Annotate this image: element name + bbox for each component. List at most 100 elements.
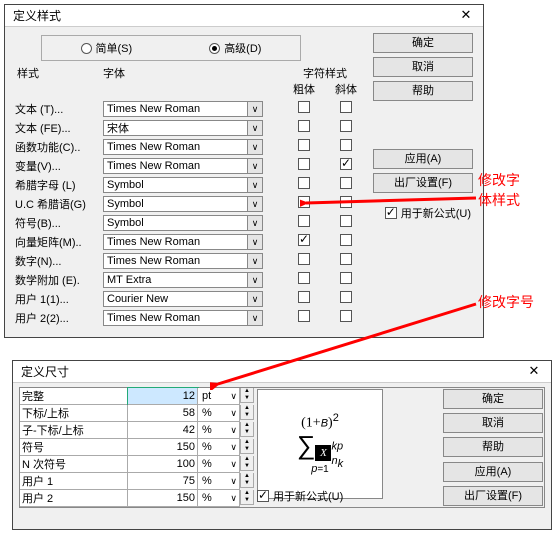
- stepper[interactable]: ▲▼: [240, 422, 254, 437]
- combo-value: Symbol: [107, 179, 144, 191]
- chevron-down-icon: ∨: [230, 459, 237, 470]
- italic-checkbox[interactable]: [340, 196, 352, 208]
- font-combo[interactable]: Courier New∨: [103, 291, 263, 307]
- help-button[interactable]: 帮助: [373, 81, 473, 101]
- apply-button[interactable]: 应用(A): [443, 462, 543, 482]
- size-unit-combo[interactable]: %∨: [198, 490, 240, 507]
- font-combo[interactable]: Symbol∨: [103, 177, 263, 193]
- use-for-new-checkbox[interactable]: 用于新公式(U): [385, 205, 471, 221]
- step-up-icon: ▲: [244, 456, 250, 463]
- style-label: 文本 (T)...: [13, 101, 103, 117]
- italic-checkbox[interactable]: [340, 177, 352, 189]
- font-combo[interactable]: Times New Roman∨: [103, 101, 263, 117]
- cancel-button[interactable]: 取消: [443, 413, 543, 433]
- combo-value: Times New Roman: [107, 141, 200, 153]
- bold-checkbox[interactable]: [298, 158, 310, 170]
- stepper[interactable]: ▲▼: [240, 388, 254, 403]
- font-combo[interactable]: MT Extra ∨: [103, 272, 263, 288]
- use-for-new-checkbox[interactable]: 用于新公式(U): [257, 488, 343, 504]
- italic-checkbox[interactable]: [340, 291, 352, 303]
- size-value-input[interactable]: 100: [128, 456, 198, 473]
- style-label: 用户 2(2)...: [13, 310, 103, 326]
- size-unit-combo[interactable]: %∨: [198, 456, 240, 473]
- font-combo[interactable]: Times New Roman ∨: [103, 139, 263, 155]
- cancel-button[interactable]: 取消: [373, 57, 473, 77]
- css-header: 字符样式: [283, 65, 367, 81]
- size-unit-combo[interactable]: %∨: [198, 473, 240, 490]
- bold-checkbox[interactable]: [298, 101, 310, 113]
- font-combo[interactable]: Symbol∨: [103, 196, 263, 212]
- ok-button[interactable]: 确定: [373, 33, 473, 53]
- stepper[interactable]: ▲▼: [240, 473, 254, 488]
- bold-checkbox[interactable]: [298, 177, 310, 189]
- stepper[interactable]: ▲▼: [240, 405, 254, 420]
- size-label: 完整: [20, 388, 128, 405]
- stepper[interactable]: ▲▼: [240, 490, 254, 505]
- define-size-dialog: 定义尺寸 ✕ 完整12pt∨▲▼下标/上标58%∨▲▼子-下标/上标42%∨▲▼…: [12, 360, 552, 530]
- font-combo[interactable]: Times New Roman∨: [103, 253, 263, 269]
- bold-checkbox[interactable]: [298, 120, 310, 132]
- simple-radio[interactable]: 简单(S): [81, 40, 133, 56]
- size-unit-combo[interactable]: %∨: [198, 422, 240, 439]
- factory-button[interactable]: 出厂设置(F): [443, 486, 543, 506]
- checkbox-label: 用于新公式(U): [273, 488, 343, 504]
- size-value-input[interactable]: 150: [128, 490, 198, 507]
- stepper[interactable]: ▲▼: [240, 456, 254, 471]
- chevron-down-icon: ∨: [230, 391, 237, 402]
- size-value-input[interactable]: 75: [128, 473, 198, 490]
- dialog-title: 定义样式: [13, 7, 61, 24]
- size-value-input[interactable]: 42: [128, 422, 198, 439]
- combo-value: Times New Roman: [107, 312, 200, 324]
- close-icon[interactable]: ✕: [453, 7, 479, 25]
- bold-checkbox[interactable]: [298, 272, 310, 284]
- unit-text: pt: [202, 390, 211, 402]
- chevron-down-icon: ∨: [247, 140, 262, 154]
- font-combo[interactable]: Times New Roman∨: [103, 234, 263, 250]
- advanced-radio[interactable]: 高级(D): [209, 40, 261, 56]
- font-combo[interactable]: Symbol∨: [103, 215, 263, 231]
- italic-checkbox[interactable]: [340, 272, 352, 284]
- size-unit-combo[interactable]: %∨: [198, 405, 240, 422]
- size-unit-combo[interactable]: pt ∨: [198, 388, 240, 405]
- size-unit-combo[interactable]: %∨: [198, 439, 240, 456]
- italic-checkbox[interactable]: [340, 158, 352, 170]
- bold-checkbox[interactable]: [298, 215, 310, 227]
- size-value-input[interactable]: 12: [128, 388, 198, 405]
- italic-checkbox[interactable]: [340, 139, 352, 151]
- italic-checkbox[interactable]: [340, 120, 352, 132]
- italic-checkbox[interactable]: [340, 253, 352, 265]
- size-value-input[interactable]: 150: [128, 439, 198, 456]
- size-label: N 次符号: [20, 456, 128, 473]
- size-value-input[interactable]: 58: [128, 405, 198, 422]
- size-label: 用户 2: [20, 490, 128, 507]
- factory-button[interactable]: 出厂设置(F): [373, 173, 473, 193]
- combo-value: Times New Roman: [107, 236, 200, 248]
- font-combo[interactable]: Times New Roman ∨: [103, 310, 263, 326]
- help-button[interactable]: 帮助: [443, 437, 543, 457]
- bold-checkbox[interactable]: [298, 139, 310, 151]
- bold-checkbox[interactable]: [298, 291, 310, 303]
- ok-button[interactable]: 确定: [443, 389, 543, 409]
- checkbox-label: 用于新公式(U): [401, 205, 471, 221]
- style-header: 样式: [13, 65, 103, 81]
- chevron-down-icon: ∨: [247, 273, 262, 287]
- bold-checkbox[interactable]: [298, 310, 310, 322]
- bold-checkbox[interactable]: [298, 234, 310, 246]
- font-combo[interactable]: Times New Roman∨: [103, 158, 263, 174]
- italic-checkbox[interactable]: [340, 234, 352, 246]
- step-down-icon: ▼: [244, 429, 250, 436]
- step-down-icon: ▼: [244, 480, 250, 487]
- step-up-icon: ▲: [244, 422, 250, 429]
- close-icon[interactable]: ✕: [521, 363, 547, 381]
- bold-checkbox[interactable]: [298, 196, 310, 208]
- chevron-down-icon: ∨: [247, 311, 262, 325]
- apply-button[interactable]: 应用(A): [373, 149, 473, 169]
- font-combo[interactable]: 宋体∨: [103, 120, 263, 136]
- step-down-icon: ▼: [244, 463, 250, 470]
- combo-value: MT Extra: [107, 274, 151, 286]
- bold-checkbox[interactable]: [298, 253, 310, 265]
- italic-checkbox[interactable]: [340, 215, 352, 227]
- stepper[interactable]: ▲▼: [240, 439, 254, 454]
- italic-checkbox[interactable]: [340, 101, 352, 113]
- italic-checkbox[interactable]: [340, 310, 352, 322]
